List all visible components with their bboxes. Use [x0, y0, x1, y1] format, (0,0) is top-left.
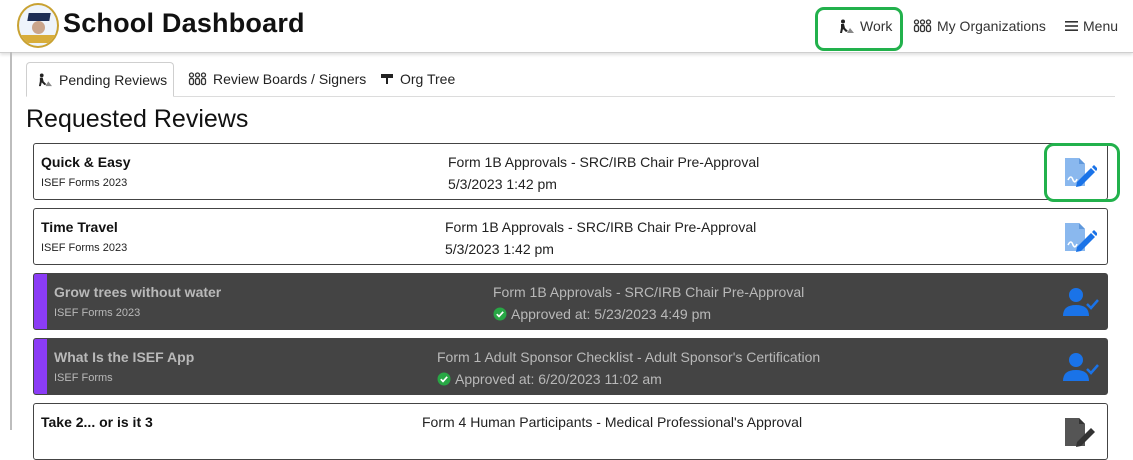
review-title: Grow trees without water — [54, 284, 222, 300]
review-title: Quick & Easy — [41, 154, 131, 170]
review-subtitle: ISEF Forms 2023 — [41, 242, 128, 254]
review-form-name: Form 1B Approvals - SRC/IRB Chair Pre-Ap… — [493, 284, 805, 300]
review-approval: Approved at: 5/23/2023 4:49 pm — [493, 306, 711, 322]
approval-text: Approved at: 5/23/2023 4:49 pm — [511, 306, 712, 322]
reviewer-approved-button[interactable] — [1063, 286, 1099, 320]
tab-org-tree-label: Org Tree — [400, 71, 456, 87]
school-logo[interactable] — [17, 3, 59, 48]
review-form-name: Form 1B Approvals - SRC/IRB Chair Pre-Ap… — [445, 219, 757, 235]
top-navbar: School Dashboard Work My Organizations M… — [0, 0, 1133, 53]
sign-document-button[interactable] — [1063, 221, 1099, 255]
nav-my-organizations[interactable]: My Organizations — [913, 18, 1046, 34]
tab-pending-reviews-label: Pending Reviews — [59, 71, 168, 88]
review-card-approved[interactable]: Grow trees without water ISEF Forms 2023… — [33, 273, 1108, 330]
reviewer-approved-button[interactable] — [1063, 351, 1099, 385]
check-circle-icon — [437, 372, 451, 386]
review-approval: Approved at: 6/20/2023 11:02 am — [437, 371, 662, 387]
review-subtitle: ISEF Forms 2023 — [54, 307, 141, 319]
org-tree-icon — [380, 72, 394, 86]
organizations-icon — [913, 19, 932, 33]
review-date-text: 5/3/2023 1:42 pm — [445, 241, 554, 257]
approval-text: Approved at: 6/20/2023 11:02 am — [455, 371, 662, 387]
tab-bar: Pending Reviews Review Boards / Signers … — [26, 62, 1115, 97]
highlight-box-work — [815, 7, 903, 51]
app-title: School Dashboard — [63, 8, 305, 38]
user-check-icon — [1063, 351, 1099, 383]
review-form-name: Form 1B Approvals - SRC/IRB Chair Pre-Ap… — [448, 154, 760, 170]
review-form-name: Form 1 Adult Sponsor Checklist - Adult S… — [437, 349, 821, 365]
tab-org-tree[interactable]: Org Tree — [370, 62, 465, 96]
highlight-box-sign-action — [1044, 143, 1120, 202]
left-border — [10, 52, 12, 430]
review-card[interactable]: Quick & Easy ISEF Forms 2023 Form 1B App… — [33, 143, 1108, 200]
check-circle-icon — [493, 307, 507, 321]
review-form-name: Form 4 Human Participants - Medical Prof… — [422, 414, 803, 430]
review-date: 5/3/2023 1:42 pm — [445, 241, 554, 257]
review-title: What Is the ISEF App — [54, 349, 195, 365]
review-card-approved[interactable]: What Is the ISEF App ISEF Forms Form 1 A… — [33, 338, 1108, 395]
tab-pending-reviews[interactable]: Pending Reviews — [26, 62, 174, 97]
sign-document-icon — [1063, 221, 1099, 253]
user-check-icon — [1063, 286, 1099, 318]
nav-menu-label: Menu — [1083, 18, 1119, 34]
review-date-text: 5/3/2023 1:42 pm — [448, 176, 557, 192]
review-subtitle: ISEF Forms 2023 — [41, 177, 128, 189]
tab-review-boards-signers[interactable]: Review Boards / Signers — [178, 62, 376, 96]
review-card[interactable]: Time Travel ISEF Forms 2023 Form 1B Appr… — [33, 208, 1108, 265]
hamburger-icon — [1065, 20, 1078, 32]
review-card[interactable]: Take 2... or is it 3 Form 4 Human Partic… — [33, 403, 1108, 460]
pending-reviews-icon — [37, 72, 53, 87]
nav-menu[interactable]: Menu — [1065, 18, 1118, 34]
section-title: Requested Reviews — [26, 105, 249, 133]
review-title: Take 2... or is it 3 — [41, 414, 153, 430]
review-title: Time Travel — [41, 219, 118, 235]
review-boards-icon — [188, 72, 207, 86]
review-date: 5/3/2023 1:42 pm — [448, 176, 557, 192]
nav-my-organizations-label: My Organizations — [937, 18, 1046, 34]
tab-review-boards-label: Review Boards / Signers — [213, 71, 367, 87]
approved-stripe — [34, 274, 47, 329]
approved-stripe — [34, 339, 47, 394]
sign-document-button[interactable] — [1063, 416, 1099, 450]
review-subtitle: ISEF Forms — [54, 372, 113, 384]
sign-document-icon — [1063, 416, 1099, 448]
